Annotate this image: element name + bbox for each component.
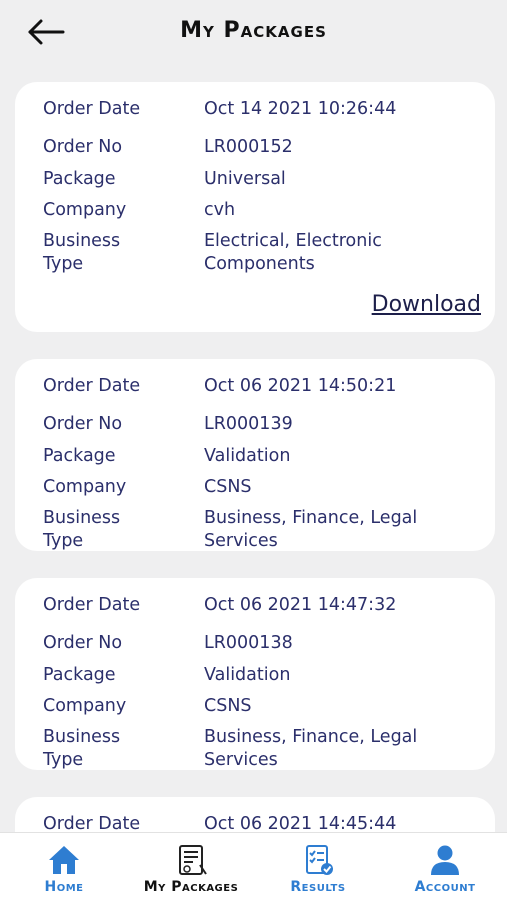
business-type-label: Type xyxy=(43,750,84,770)
page-title: My Packages xyxy=(180,18,327,43)
nav-results[interactable]: Results xyxy=(262,833,374,900)
order-no-label: Order No xyxy=(43,414,123,434)
business-type-value: Business, Finance, Legal xyxy=(204,727,418,747)
business-type-value: Services xyxy=(204,750,278,770)
business-type-value: Services xyxy=(204,531,278,551)
checklist-icon xyxy=(306,845,333,875)
nav-home[interactable]: Home xyxy=(8,833,120,900)
header: My Packages xyxy=(0,0,507,66)
bottom-nav: Home My Packages Results Account xyxy=(0,832,507,900)
package-card: Order Date Oct 06 2021 14:50:21 Order No… xyxy=(15,359,495,551)
user-icon xyxy=(431,845,459,875)
order-date-value: Oct 06 2021 14:45:44 xyxy=(204,814,397,832)
package-card: Order Date Oct 06 2021 14:47:32 Order No… xyxy=(15,578,495,770)
business-type-label: Type xyxy=(43,254,84,274)
package-card: Order Date Oct 06 2021 14:45:44 xyxy=(15,797,495,832)
business-type-label: Business xyxy=(43,231,121,251)
package-value: Validation xyxy=(204,446,291,466)
company-label: Company xyxy=(43,696,127,716)
order-no-value: LR000152 xyxy=(204,137,293,157)
order-date-value: Oct 06 2021 14:47:32 xyxy=(204,595,397,615)
order-date-value: Oct 06 2021 14:50:21 xyxy=(204,376,397,396)
package-label: Package xyxy=(43,665,116,685)
order-no-label: Order No xyxy=(43,633,123,653)
home-icon xyxy=(49,846,79,874)
order-no-value: LR000138 xyxy=(204,633,293,653)
package-label: Package xyxy=(43,169,116,189)
download-link[interactable]: Download xyxy=(372,292,481,317)
order-no-label: Order No xyxy=(43,137,123,157)
business-type-label: Business xyxy=(43,508,121,528)
business-type-value: Business, Finance, Legal xyxy=(204,508,418,528)
company-label: Company xyxy=(43,200,127,220)
company-value: cvh xyxy=(204,200,236,220)
order-date-label: Order Date xyxy=(43,595,141,615)
nav-results-label: Results xyxy=(290,879,346,895)
business-type-label: Business xyxy=(43,727,121,747)
packages-list[interactable]: Order Date Oct 14 2021 10:26:44 Order No… xyxy=(0,66,507,832)
company-value: CSNS xyxy=(204,696,252,716)
nav-home-label: Home xyxy=(44,879,84,895)
order-date-label: Order Date xyxy=(43,814,141,832)
order-no-value: LR000139 xyxy=(204,414,293,434)
business-type-value: Electrical, Electronic xyxy=(204,231,382,251)
nav-my-packages[interactable]: My Packages xyxy=(126,833,256,900)
company-label: Company xyxy=(43,477,127,497)
order-date-value: Oct 14 2021 10:26:44 xyxy=(204,99,397,119)
order-date-label: Order Date xyxy=(43,99,141,119)
nav-account[interactable]: Account xyxy=(385,833,505,900)
package-value: Validation xyxy=(204,665,291,685)
package-card: Order Date Oct 14 2021 10:26:44 Order No… xyxy=(15,82,495,332)
package-value: Universal xyxy=(204,169,286,189)
package-document-icon xyxy=(179,845,207,875)
order-date-label: Order Date xyxy=(43,376,141,396)
business-type-value: Components xyxy=(204,254,315,274)
nav-my-packages-label: My Packages xyxy=(143,879,239,895)
business-type-label: Type xyxy=(43,531,84,551)
nav-account-label: Account xyxy=(414,879,476,895)
company-value: CSNS xyxy=(204,477,252,497)
package-label: Package xyxy=(43,446,116,466)
